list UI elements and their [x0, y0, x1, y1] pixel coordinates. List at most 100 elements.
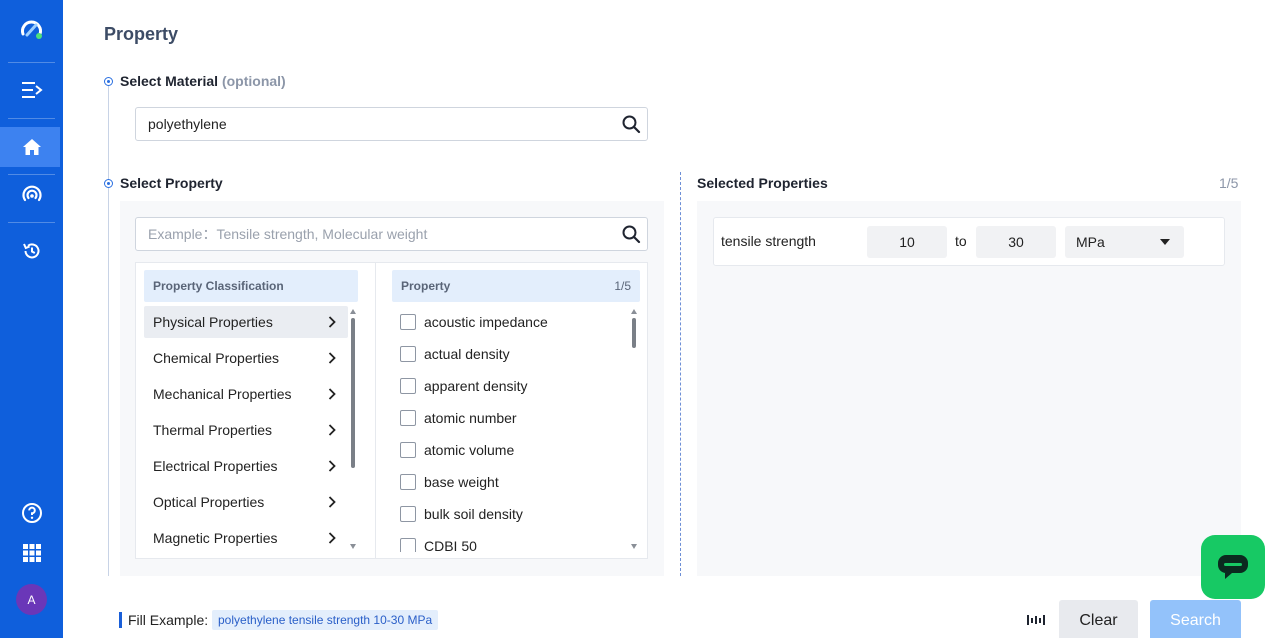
classification-header: Property Classification — [144, 270, 358, 302]
sidebar: A — [0, 0, 63, 638]
selected-properties-count: 1/5 — [1219, 175, 1239, 191]
classification-item-physical[interactable]: Physical Properties — [144, 306, 348, 338]
checkbox[interactable] — [400, 474, 416, 490]
range-from-input[interactable]: 10 — [867, 226, 947, 258]
property-option-label: atomic volume — [424, 442, 515, 458]
clear-button[interactable]: Clear — [1059, 600, 1138, 638]
broadcast-icon[interactable] — [0, 175, 63, 215]
property-search-placeholder: Example：Tensile strength, Molecular weig… — [148, 226, 428, 242]
step-indicator-material — [104, 77, 113, 86]
help-icon[interactable] — [0, 493, 63, 533]
chat-support-button[interactable] — [1201, 535, 1265, 599]
step-label-material: Select Material (optional) — [120, 73, 286, 89]
property-option[interactable]: atomic volume — [400, 438, 514, 462]
panel-separator — [680, 172, 681, 576]
classification-item-optical[interactable]: Optical Properties — [144, 486, 348, 518]
property-list-header: Property 1/5 — [392, 270, 640, 302]
logo-icon[interactable] — [0, 10, 63, 50]
checkbox[interactable] — [400, 346, 416, 362]
voice-waveform-icon[interactable] — [1026, 612, 1046, 628]
property-search-input[interactable]: Example：Tensile strength, Molecular weig… — [135, 217, 648, 251]
sidebar-divider — [8, 222, 55, 223]
classification-item-mechanical[interactable]: Mechanical Properties — [144, 378, 348, 410]
property-option[interactable]: apparent density — [400, 374, 528, 398]
unit-select[interactable]: MPa — [1065, 226, 1184, 258]
classification-item-label: Optical Properties — [153, 494, 265, 510]
step-label-property: Select Property — [120, 175, 223, 191]
column-divider — [375, 262, 376, 559]
property-list-header-label: Property — [401, 279, 451, 293]
fill-example-value: polyethylene tensile strength 10-30 MPa — [218, 613, 433, 627]
property-option-label: acoustic impedance — [424, 314, 548, 330]
chevron-right-icon — [328, 388, 336, 400]
chevron-right-icon — [328, 316, 336, 328]
property-option-label: actual density — [424, 346, 510, 362]
range-to-input[interactable]: 30 — [976, 226, 1056, 258]
caret-down-icon — [1160, 239, 1170, 245]
property-option-label: CDBI 50 — [424, 538, 477, 552]
scroll-up-arrow[interactable] — [350, 309, 356, 314]
property-option-label: base weight — [424, 474, 499, 490]
selected-property-name: tensile strength — [721, 233, 816, 249]
property-option-label: bulk soil density — [424, 506, 523, 522]
property-scrollbar-thumb[interactable] — [632, 318, 636, 348]
fill-example-accent-bar — [119, 612, 122, 628]
classification-item-label: Magnetic Properties — [153, 530, 278, 546]
chat-bubble-icon — [1218, 555, 1248, 579]
classification-item-chemical[interactable]: Chemical Properties — [144, 342, 348, 374]
classification-item-thermal[interactable]: Thermal Properties — [144, 414, 348, 446]
checkbox[interactable] — [400, 314, 416, 330]
scroll-down-arrow[interactable] — [350, 544, 356, 549]
history-icon[interactable] — [0, 231, 63, 271]
chevron-right-icon — [328, 532, 336, 544]
classification-item-label: Mechanical Properties — [153, 386, 292, 402]
material-search-input[interactable]: polyethylene — [135, 107, 648, 141]
property-option[interactable]: acoustic impedance — [400, 310, 548, 334]
chevron-right-icon — [328, 496, 336, 508]
classification-item-label: Thermal Properties — [153, 422, 273, 438]
page-title: Property — [104, 24, 179, 44]
chevron-right-icon — [328, 460, 336, 472]
sidebar-divider — [8, 62, 55, 63]
avatar[interactable]: A — [16, 584, 47, 615]
property-option[interactable]: CDBI 50 — [400, 534, 477, 552]
chevron-right-icon — [328, 352, 336, 364]
search-icon[interactable] — [621, 114, 641, 134]
expand-menu-icon[interactable] — [0, 70, 63, 110]
classification-item-magnetic[interactable]: Magnetic Properties — [144, 522, 348, 554]
property-option[interactable]: bulk soil density — [400, 502, 523, 526]
property-option[interactable]: actual density — [400, 342, 510, 366]
fill-example-label: Fill Example: — [128, 612, 209, 628]
fill-example-chip[interactable]: polyethylene tensile strength 10-30 MPa — [212, 610, 439, 630]
property-option[interactable]: base weight — [400, 470, 499, 494]
checkbox[interactable] — [400, 442, 416, 458]
classification-item-label: Chemical Properties — [153, 350, 280, 366]
property-option[interactable]: atomic number — [400, 406, 517, 430]
classification-scrollbar-thumb[interactable] — [351, 318, 355, 468]
range-to-label: to — [955, 233, 967, 249]
classification-item-electrical[interactable]: Electrical Properties — [144, 450, 348, 482]
unit-select-value: MPa — [1076, 234, 1105, 250]
scroll-down-arrow[interactable] — [631, 544, 637, 549]
step-label-material-text: Select Material — [120, 73, 219, 89]
step-rail — [108, 84, 109, 576]
apps-grid-icon[interactable] — [0, 533, 63, 573]
search-icon[interactable] — [621, 224, 641, 244]
search-button[interactable]: Search — [1150, 600, 1241, 638]
property-option-label: atomic number — [424, 410, 517, 426]
range-from-value: 10 — [899, 234, 915, 250]
sidebar-divider — [8, 118, 55, 119]
home-icon[interactable] — [0, 127, 63, 167]
chevron-right-icon — [328, 424, 336, 436]
range-to-value: 30 — [1008, 234, 1024, 250]
selected-properties-title: Selected Properties — [697, 175, 828, 191]
checkbox[interactable] — [400, 506, 416, 522]
checkbox[interactable] — [400, 538, 416, 552]
scroll-up-arrow[interactable] — [631, 309, 637, 314]
checkbox[interactable] — [400, 410, 416, 426]
checkbox[interactable] — [400, 378, 416, 394]
classification-item-label: Electrical Properties — [153, 458, 278, 474]
property-list-count: 1/5 — [614, 279, 631, 293]
material-input-value: polyethylene — [148, 116, 227, 132]
property-option-label: apparent density — [424, 378, 528, 394]
